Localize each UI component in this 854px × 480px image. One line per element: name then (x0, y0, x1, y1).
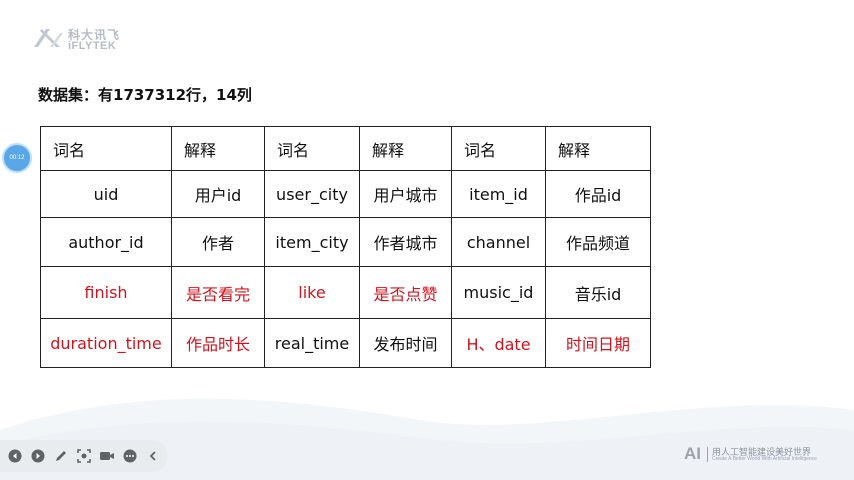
field-description-cell: 音乐id (545, 266, 651, 319)
screen-select-icon[interactable] (75, 448, 92, 465)
field-name-cell: channel (451, 217, 546, 267)
pen-icon[interactable] (52, 448, 69, 465)
dataset-fields-table: 词名 解释 词名 解释 词名 解释 uid 用户id user_city 用户城市 item_id 作… (40, 126, 651, 368)
table-header-row: 词名 解释 词名 解释 词名 解释 (40, 126, 651, 171)
presentation-toolbar (0, 440, 168, 472)
field-description-cell: 是否看完 (171, 266, 265, 319)
brand-name-en: iFLYTEK (68, 40, 117, 52)
table-header-cell: 解释 (359, 126, 452, 171)
table-header-cell: 解释 (545, 126, 651, 171)
collapse-icon[interactable] (144, 448, 161, 465)
divider (707, 447, 708, 462)
recording-timer-badge[interactable]: 00:12 (2, 143, 32, 173)
field-description-cell: 用户城市 (359, 170, 452, 218)
table-header-cell: 词名 (451, 126, 546, 171)
field-name-cell: item_id (451, 170, 546, 218)
ai-mark: AI (684, 444, 701, 463)
field-name-cell: like (264, 266, 360, 319)
field-name-cell: finish (40, 266, 172, 319)
next-slide-icon[interactable] (29, 448, 46, 465)
iflytek-logo: 科大讯飞 iFLYTEK (30, 22, 140, 58)
field-description-cell: 作品频道 (545, 217, 651, 267)
field-description-cell: 作者 (171, 217, 265, 267)
field-description-cell: 作者城市 (359, 217, 452, 267)
field-description-cell: 用户id (171, 170, 265, 218)
footer-subtitle: Create A Better World With Artificial In… (712, 456, 817, 462)
table-row: author_id 作者 item_city 作者城市 channel 作品频道 (40, 217, 651, 267)
table-row: uid 用户id user_city 用户城市 item_id 作品id (40, 170, 651, 218)
table-header-cell: 解释 (171, 126, 265, 171)
field-name-cell: music_id (451, 266, 546, 319)
field-name-cell: user_city (264, 170, 360, 218)
dataset-heading: 数据集：有1737312行，14列 (38, 86, 252, 104)
table-header-cell: 词名 (264, 126, 360, 171)
field-description-cell: 作品id (545, 170, 651, 218)
table-header-cell: 词名 (40, 126, 172, 171)
prev-slide-icon[interactable] (6, 448, 23, 465)
more-icon[interactable] (121, 448, 138, 465)
field-name-cell: item_city (264, 217, 360, 267)
footer-slogan-logo: AI 用人工智能建设美好世界 Create A Better World Wit… (684, 444, 844, 466)
iflytek-logo-mark-icon (34, 29, 63, 47)
field-description-cell: 是否点赞 (359, 266, 452, 319)
video-icon[interactable] (98, 448, 115, 465)
field-name-cell: author_id (40, 217, 172, 267)
field-name-cell: uid (40, 170, 172, 218)
table-row: finish 是否看完 like 是否点赞 music_id 音乐id (40, 266, 651, 319)
